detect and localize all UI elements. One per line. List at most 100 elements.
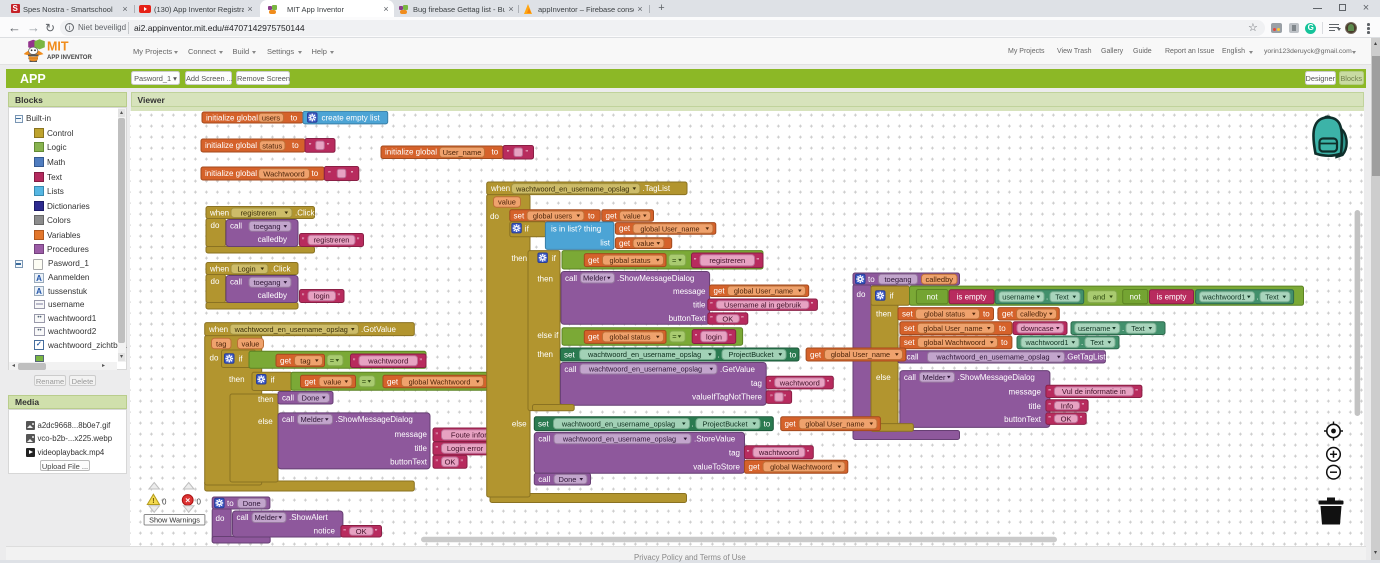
svg-text:global User_name: global User_name — [831, 350, 890, 359]
svg-text:call: call — [237, 513, 249, 522]
svg-text:to: to — [588, 211, 595, 220]
svg-text:get: get — [714, 287, 726, 296]
svg-text:Melder: Melder — [923, 373, 946, 382]
svg-text:call: call — [282, 415, 294, 424]
svg-text:Text: Text — [1090, 338, 1103, 347]
svg-text:Vul de informatie in: Vul de informatie in — [1062, 387, 1126, 396]
svg-text:global status: global status — [924, 310, 965, 319]
svg-text:OK: OK — [1061, 414, 1072, 423]
svg-text:.ShowMessageDialog: .ShowMessageDialog — [336, 415, 413, 424]
svg-text:Done: Done — [302, 393, 320, 402]
svg-text:0: 0 — [162, 498, 167, 507]
svg-text:to: to — [983, 310, 990, 319]
svg-text:=: = — [672, 332, 677, 341]
svg-text:to: to — [868, 275, 875, 284]
svg-text:toegang: toegang — [884, 275, 911, 284]
svg-text:registreren: registreren — [241, 208, 277, 217]
svg-text:global Wachtwoord: global Wachtwoord — [770, 463, 832, 472]
svg-text:×: × — [185, 495, 190, 505]
svg-text:.ShowAlert: .ShowAlert — [289, 513, 328, 522]
svg-text:call: call — [282, 394, 294, 403]
svg-text:wachtwoord_en_username_opslag: wachtwoord_en_username_opslag — [935, 353, 1049, 362]
svg-text:to: to — [492, 148, 499, 157]
svg-text:global User_name: global User_name — [640, 224, 699, 233]
svg-text:do: do — [490, 212, 499, 221]
svg-text:wachtwoord1: wachtwoord1 — [1025, 338, 1069, 347]
svg-text:to: to — [999, 324, 1006, 333]
svg-text:users: users — [262, 113, 281, 122]
svg-text:toegang: toegang — [253, 278, 280, 287]
svg-text:to: to — [291, 113, 298, 122]
svg-text:when: when — [208, 325, 228, 334]
svg-text:login: login — [706, 332, 722, 341]
svg-text:initialize global: initialize global — [385, 148, 437, 157]
svg-text:tag: tag — [216, 339, 226, 348]
svg-text:Login error: Login error — [447, 444, 484, 453]
svg-text:set: set — [904, 324, 915, 333]
svg-text:Text: Text — [1055, 293, 1068, 302]
svg-text:and: and — [1093, 292, 1106, 301]
svg-text:value: value — [623, 211, 640, 220]
svg-text:call: call — [904, 373, 916, 382]
svg-text:ProjectBucket: ProjectBucket — [728, 350, 773, 359]
svg-text:is empty: is empty — [957, 293, 987, 302]
svg-text:.: . — [692, 419, 694, 428]
svg-text:title: title — [693, 300, 706, 309]
svg-text:value: value — [498, 198, 516, 207]
svg-text:title: title — [1029, 402, 1042, 411]
svg-text:OK: OK — [722, 314, 733, 323]
svg-text:then: then — [537, 350, 553, 359]
svg-text:wachtwoord_en_username_opslag: wachtwoord_en_username_opslag — [515, 184, 629, 193]
svg-text:is empty: is empty — [1157, 293, 1187, 302]
svg-text:else if: else if — [537, 331, 559, 340]
svg-text:call: call — [538, 475, 550, 484]
svg-text:.: . — [718, 350, 720, 359]
svg-text:login: login — [314, 292, 330, 301]
svg-text:set: set — [514, 211, 525, 220]
svg-text:valueToStore: valueToStore — [693, 462, 740, 471]
svg-text:set: set — [538, 419, 549, 428]
svg-text:=: = — [330, 356, 335, 365]
svg-text:Show Warnings: Show Warnings — [149, 515, 200, 524]
svg-text:registreren: registreren — [314, 236, 350, 245]
svg-text:initialize global: initialize global — [206, 113, 258, 122]
svg-text:wachtwoord: wachtwoord — [367, 356, 408, 365]
svg-text:list: list — [600, 238, 611, 247]
svg-text:call: call — [230, 278, 242, 287]
svg-text:to: to — [1001, 338, 1008, 347]
svg-text:get: get — [588, 256, 600, 265]
svg-text:do: do — [857, 290, 866, 299]
svg-text:to: to — [790, 350, 797, 359]
svg-text:get: get — [588, 333, 600, 342]
svg-text:valueIfTagNotThere: valueIfTagNotThere — [692, 393, 762, 402]
svg-text:buttonText: buttonText — [669, 314, 707, 323]
svg-text:call: call — [230, 222, 242, 231]
svg-text:calledby: calledby — [258, 235, 287, 244]
svg-text:global status: global status — [610, 256, 651, 265]
svg-text:.Click: .Click — [271, 264, 292, 273]
svg-text:.Click: .Click — [295, 208, 316, 217]
svg-text:.TagList: .TagList — [643, 184, 671, 193]
svg-text:tag: tag — [729, 448, 740, 457]
svg-text:message: message — [1009, 388, 1042, 397]
svg-text:tag: tag — [751, 379, 762, 388]
svg-text:message: message — [673, 287, 706, 296]
svg-text:get: get — [619, 224, 631, 233]
svg-text:to: to — [312, 169, 319, 178]
svg-text:ProjectBucket: ProjectBucket — [702, 419, 747, 428]
svg-text:0: 0 — [197, 498, 202, 507]
svg-text:set: set — [902, 310, 913, 319]
svg-text:toegang: toegang — [253, 222, 280, 231]
svg-text:Wachtwoord: Wachtwoord — [263, 169, 304, 178]
svg-text:Done: Done — [243, 499, 261, 508]
svg-text:.: . — [1081, 338, 1083, 347]
svg-text:initialize global: initialize global — [205, 169, 257, 178]
svg-text:title: title — [415, 444, 428, 453]
svg-text:call: call — [538, 435, 550, 444]
svg-text:=: = — [672, 256, 677, 265]
svg-text:do: do — [211, 277, 220, 286]
svg-text:value: value — [637, 239, 654, 248]
svg-text:buttonText: buttonText — [1004, 415, 1042, 424]
svg-text:get: get — [606, 211, 618, 220]
svg-text:then: then — [258, 395, 274, 404]
